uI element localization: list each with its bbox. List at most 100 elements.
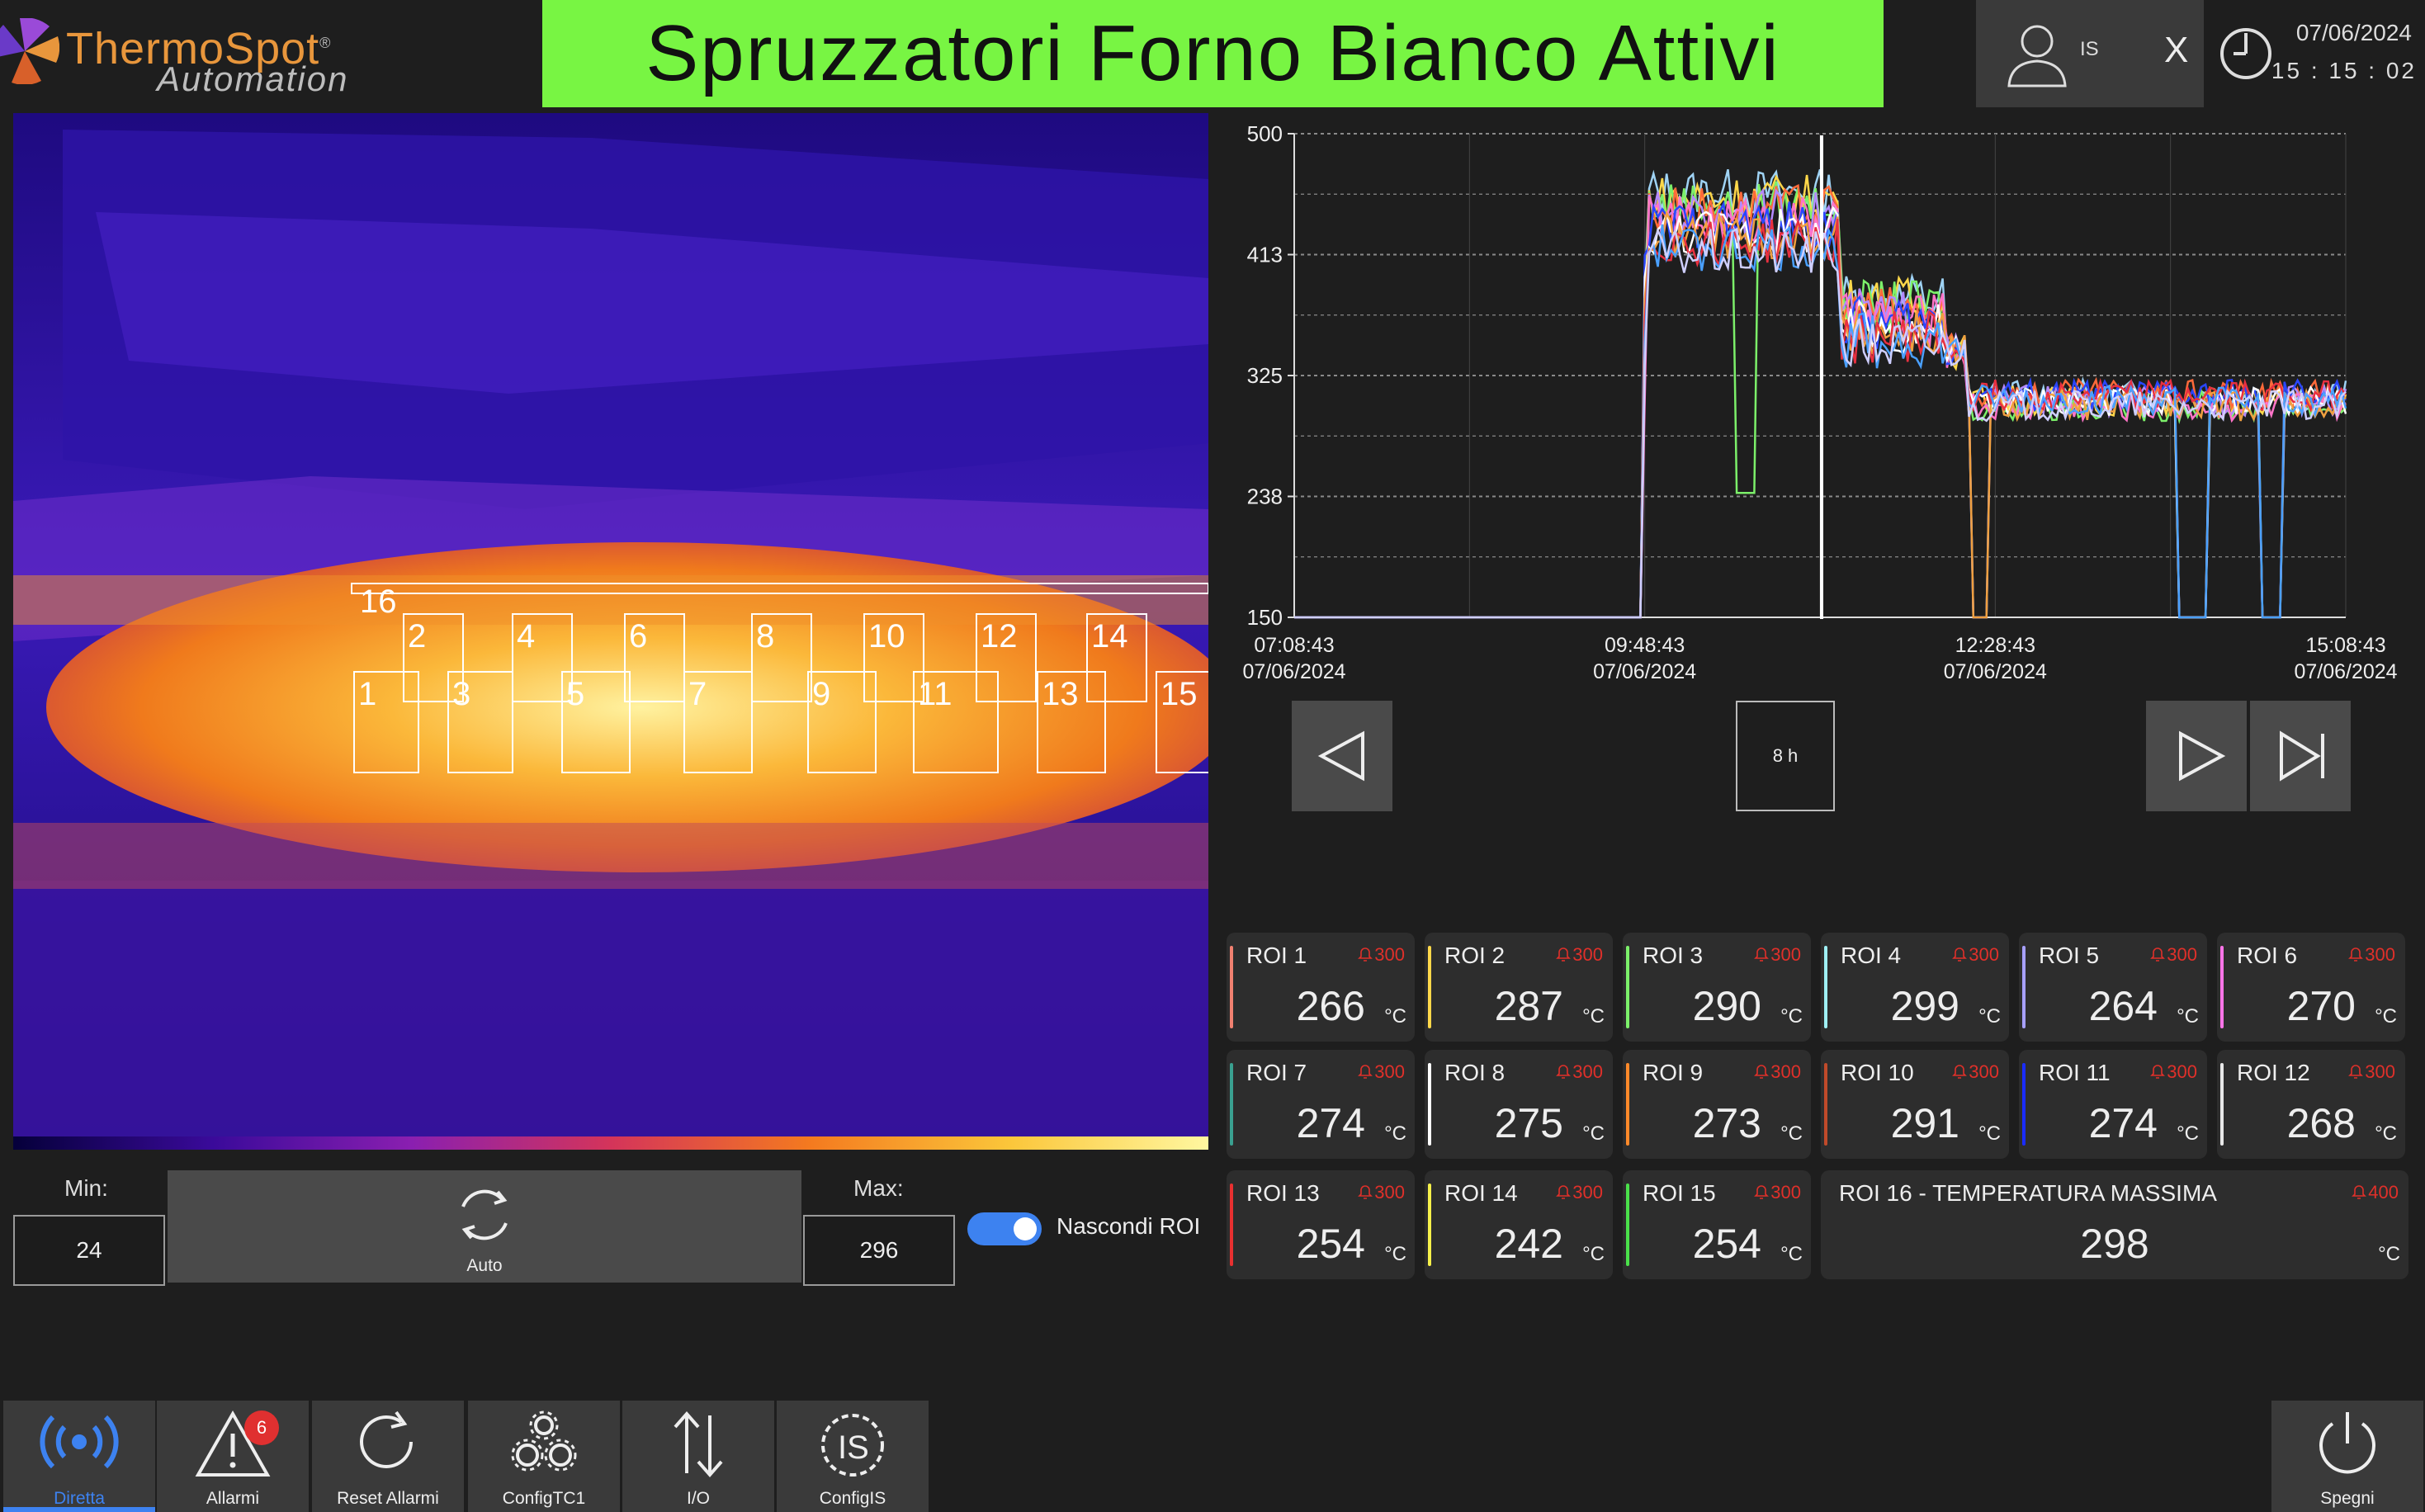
roi-unit: °C [1582, 1122, 1605, 1145]
max-label: Max: [853, 1175, 904, 1201]
roi-name: ROI 15 [1643, 1180, 1716, 1206]
roi-name: ROI 10 [1841, 1060, 1914, 1085]
roi-value: 268 [2286, 1100, 2356, 1146]
tab-label: Allarmi [206, 1489, 260, 1508]
power-off-button[interactable]: Spegni [2271, 1401, 2423, 1512]
go-to-latest-button[interactable] [2250, 701, 2351, 811]
roi-card[interactable]: ROI 7 300 274 °C [1227, 1050, 1415, 1159]
roi-alarm-threshold: 300 [1554, 944, 1603, 966]
alarm-bell-icon [1754, 947, 1770, 962]
y-tick-label: 150 [1247, 605, 1283, 630]
roi-value: 264 [2088, 983, 2158, 1029]
roi-unit: °C [2177, 1122, 2199, 1145]
roi-card[interactable]: ROI 14 300 242 °C [1425, 1170, 1613, 1279]
roi-name: ROI 11 [2039, 1060, 2111, 1085]
alarm-bell-icon [1358, 1185, 1373, 1199]
roi-alarm-threshold: 300 [2347, 1061, 2395, 1083]
alarm-bell-icon [1358, 1065, 1373, 1079]
user-panel[interactable]: IS X [1976, 0, 2204, 107]
roi-name: ROI 8 [1444, 1060, 1506, 1085]
tab-allarmi[interactable]: 6 Allarmi [157, 1401, 309, 1512]
roi-card[interactable]: ROI 9 300 273 °C [1623, 1050, 1811, 1159]
roi-card[interactable]: ROI 4 300 299 °C [1821, 933, 2009, 1042]
tab-diretta[interactable]: Diretta [3, 1401, 155, 1512]
auto-label: Auto [466, 1256, 503, 1275]
tab-reset-allarmi[interactable]: Reset Allarmi [312, 1401, 464, 1512]
roi-label: 6 [624, 613, 685, 702]
roi-name: ROI 2 [1444, 943, 1506, 968]
roi-name: ROI 7 [1246, 1060, 1307, 1085]
roi-name: ROI 13 [1246, 1180, 1320, 1206]
tab-label: I/O [686, 1489, 710, 1508]
roi-card[interactable]: ROI 6 300 270 °C [2217, 933, 2405, 1042]
alarm-bell-icon [2352, 1185, 2367, 1199]
roi-name: ROI 9 [1643, 1060, 1704, 1085]
alarm-bell-icon [1358, 947, 1373, 962]
x-tick-time: 12:28:43 [1955, 634, 2035, 657]
roi-label: 8 [751, 613, 812, 702]
tab-label: Diretta [54, 1489, 105, 1508]
roi-card[interactable]: ROI 2 300 287 °C [1425, 933, 1613, 1042]
x-tick-time: 15:08:43 [2305, 634, 2385, 657]
roi-alarm-threshold: 300 [1356, 1182, 1405, 1203]
next-button[interactable] [2146, 701, 2247, 811]
alarm-count-badge: 6 [244, 1410, 279, 1445]
roi-alarm-threshold: 300 [2148, 1061, 2197, 1083]
roi-card[interactable]: ROI 12 300 268 °C [2217, 1050, 2405, 1159]
roi-card[interactable]: ROI 13 300 254 °C [1227, 1170, 1415, 1279]
roi-value: 270 [2286, 983, 2356, 1029]
roi-card[interactable]: ROI 3 300 290 °C [1623, 933, 1811, 1042]
roi-name: ROI 16 - TEMPERATURA MASSIMA [1839, 1180, 2217, 1206]
tab-configtc1[interactable]: ConfigTC1 [468, 1401, 620, 1512]
roi-card[interactable]: ROI 10 300 291 °C [1821, 1050, 2009, 1159]
roi-name: ROI 3 [1643, 943, 1704, 968]
color-palette-bar [13, 1136, 1208, 1150]
x-tick-date: 07/06/2024 [1593, 660, 1696, 683]
x-tick-time: 09:48:43 [1605, 634, 1685, 657]
hide-roi-toggle[interactable] [967, 1212, 1042, 1245]
min-label: Min: [64, 1175, 108, 1201]
roi-card[interactable]: ROI 15 300 254 °C [1623, 1170, 1811, 1279]
alarm-bell-icon [1952, 947, 1968, 962]
tab-configis[interactable]: IS ConfigIS [777, 1401, 929, 1512]
roi-card[interactable]: ROI 8 300 275 °C [1425, 1050, 1613, 1159]
current-date: 07/06/2024 [2295, 20, 2412, 45]
max-value-field[interactable]: 296 [803, 1215, 955, 1286]
roi-alarm-threshold: 300 [1554, 1182, 1603, 1203]
roi-card[interactable]: ROI 11 300 274 °C [2019, 1050, 2207, 1159]
roi-alarm-threshold: 300 [1356, 944, 1405, 966]
x-tick-time: 07:08:43 [1254, 634, 1334, 657]
roi-value: 273 [1692, 1100, 1761, 1146]
logout-button[interactable]: X [2164, 30, 2188, 71]
roi-alarm-threshold: 300 [1950, 944, 1999, 966]
roi-alarm-threshold: 300 [1356, 1061, 1405, 1083]
arrow-left-icon [1317, 730, 1364, 782]
roi-alarm-threshold: 300 [1554, 1061, 1603, 1083]
roi-unit: °C [1582, 1005, 1605, 1028]
temperature-trend-chart[interactable]: 500 413 325 238 150 07:08:43 07/06/2024 09:48:… [1230, 116, 2418, 693]
roi-unit: °C [1384, 1122, 1406, 1145]
roi-card[interactable]: ROI 5 300 264 °C [2019, 933, 2207, 1042]
tab-label: Reset Allarmi [337, 1489, 439, 1508]
arrow-right-icon [2179, 730, 2226, 782]
chart-y-ticks: 500 413 325 238 150 [1247, 121, 1294, 630]
time-range-button[interactable]: 8 h [1736, 701, 1835, 811]
thermal-camera-view[interactable]: 16 2 4 6 8 10 12 14 1 3 5 7 9 11 13 15 [13, 113, 1208, 1136]
roi-label: 15 [1156, 671, 1208, 773]
roi-alarm-threshold: 300 [1950, 1061, 1999, 1083]
min-value-field[interactable]: 24 [13, 1215, 165, 1286]
chart-x-ticks: 07:08:43 07/06/2024 09:48:43 07/06/2024 12:2… [1242, 634, 2397, 683]
roi-unit: °C [1780, 1005, 1803, 1028]
tab-io[interactable]: I/O [622, 1401, 774, 1512]
previous-button[interactable] [1292, 701, 1392, 811]
logo-fan-icon [0, 18, 59, 84]
roi-value: 254 [1296, 1221, 1365, 1267]
roi-alarm-threshold: 300 [2347, 944, 2395, 966]
roi-card[interactable]: ROI 16 - TEMPERATURA MASSIMA 400 298 °C [1821, 1170, 2408, 1279]
live-broadcast-icon [40, 1415, 119, 1469]
y-tick-label: 238 [1247, 484, 1283, 509]
auto-range-button[interactable]: Auto [168, 1170, 801, 1283]
roi-card[interactable]: ROI 1 300 266 °C [1227, 933, 1415, 1042]
x-tick-date: 07/06/2024 [1242, 660, 1345, 683]
roi-label: 1 [353, 671, 419, 773]
